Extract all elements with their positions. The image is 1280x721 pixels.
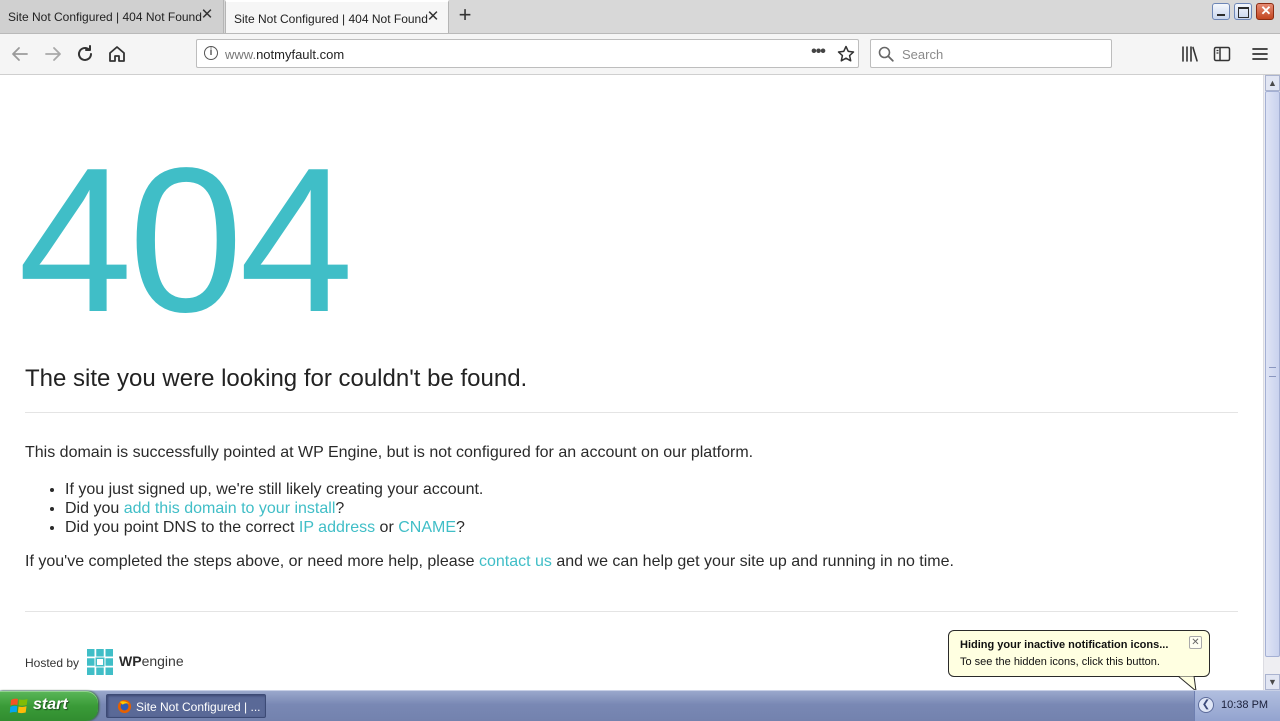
bookmark-button[interactable] xyxy=(836,44,856,64)
arrow-left-icon xyxy=(12,47,28,61)
sidebar-toggle-button[interactable] xyxy=(1212,44,1232,64)
divider xyxy=(25,412,1238,413)
wp-engine-logo-icon[interactable] xyxy=(87,649,113,675)
wordmark-engine: engine xyxy=(141,653,184,669)
outro-text: If you've completed the steps above, or … xyxy=(25,553,479,570)
hosted-by-label: Hosted by xyxy=(25,656,80,670)
scroll-up-arrow-icon[interactable]: ▲ xyxy=(1265,75,1280,91)
close-icon: ✕ xyxy=(1260,3,1272,18)
help-bullet-list: If you just signed up, we're still likel… xyxy=(25,480,483,537)
intro-paragraph: This domain is successfully pointed at W… xyxy=(25,444,754,461)
clock[interactable]: 10:38 PM xyxy=(1221,699,1268,711)
system-tray: ❮ 10:38 PM xyxy=(1194,691,1280,721)
wordmark-wp: WP xyxy=(119,653,142,669)
balloon-title: Hiding your inactive notification icons.… xyxy=(960,639,1169,651)
start-label: start xyxy=(33,696,68,713)
add-domain-link[interactable]: add this domain to your install xyxy=(124,500,336,517)
url-domain: notmyfault.com xyxy=(256,47,345,62)
back-button[interactable] xyxy=(8,42,32,66)
contact-us-link[interactable]: contact us xyxy=(479,553,552,570)
bullet-text: If you just signed up, we're still likel… xyxy=(65,481,484,498)
scroll-down-arrow-icon[interactable]: ▼ xyxy=(1265,674,1280,690)
tab-strip: Site Not Configured | 404 Not Found ✕ Si… xyxy=(0,0,1280,34)
restore-icon xyxy=(1238,7,1249,18)
bullet-text: Did you point DNS to the correct xyxy=(65,519,299,536)
arrow-right-icon xyxy=(45,47,61,61)
tab-title: Site Not Configured | 404 Not Found xyxy=(234,12,428,26)
url-text[interactable]: www.notmyfault.com xyxy=(225,47,344,62)
tab-site-not-configured-2[interactable]: Site Not Configured | 404 Not Found ✕ xyxy=(225,0,449,33)
list-item: If you just signed up, we're still likel… xyxy=(65,480,483,499)
taskbar-item-firefox[interactable]: Site Not Configured | ... xyxy=(106,694,266,718)
minimize-window-button[interactable] xyxy=(1212,3,1230,20)
reload-icon xyxy=(78,45,92,61)
notification-balloon[interactable]: Hiding your inactive notification icons.… xyxy=(948,630,1210,677)
new-tab-plus-icon[interactable]: + xyxy=(455,4,475,26)
tab-title: Site Not Configured | 404 Not Found xyxy=(8,10,202,24)
ip-address-link[interactable]: IP address xyxy=(299,519,375,536)
star-icon xyxy=(837,45,855,62)
library-icon xyxy=(1182,46,1198,62)
site-info-icon[interactable]: i xyxy=(204,46,218,60)
close-tab-icon[interactable]: ✕ xyxy=(200,7,214,22)
search-icon xyxy=(878,46,894,62)
forward-button[interactable] xyxy=(41,42,65,66)
balloon-text: To see the hidden icons, click this butt… xyxy=(960,656,1160,668)
hamburger-icon xyxy=(1252,48,1268,60)
open-menu-button[interactable] xyxy=(1250,44,1270,64)
page-actions-ellipsis-icon[interactable]: ••• xyxy=(807,44,829,64)
page-headline: The site you were looking for couldn't b… xyxy=(25,365,528,392)
search-input[interactable] xyxy=(902,46,1102,62)
restore-window-button[interactable] xyxy=(1234,3,1252,20)
windows-logo-icon xyxy=(9,698,28,714)
bullet-text: ? xyxy=(335,500,345,517)
library-button[interactable] xyxy=(1180,44,1200,64)
url-bar[interactable]: i www.notmyfault.com ••• xyxy=(196,39,859,68)
list-item: Did you add this domain to your install? xyxy=(65,499,483,518)
minimize-icon xyxy=(1217,14,1225,16)
scrollbar-thumb[interactable] xyxy=(1265,91,1280,657)
outro-paragraph: If you've completed the steps above, or … xyxy=(25,553,954,571)
start-button[interactable]: start xyxy=(0,691,98,721)
url-prefix: www. xyxy=(225,47,257,62)
balloon-close-icon[interactable]: ✕ xyxy=(1189,636,1202,649)
sidebar-icon xyxy=(1213,46,1231,62)
vertical-scrollbar[interactable]: ▲ ▼ xyxy=(1263,75,1280,690)
search-bar[interactable] xyxy=(870,39,1112,68)
home-icon xyxy=(109,46,125,62)
outro-text: and we can help get your site up and run… xyxy=(551,553,954,570)
cname-link[interactable]: CNAME xyxy=(398,519,456,536)
taskbar: start Site Not Configured | ... ❮ 10:38 … xyxy=(0,690,1280,721)
tab-site-not-configured-1[interactable]: Site Not Configured | 404 Not Found ✕ xyxy=(0,0,224,33)
navigation-toolbar: i www.notmyfault.com ••• xyxy=(0,34,1280,75)
scroll-grip xyxy=(1269,367,1276,377)
home-button[interactable] xyxy=(105,42,129,66)
close-window-button[interactable]: ✕ xyxy=(1256,3,1274,20)
taskbar-item-label: Site Not Configured | ... xyxy=(136,700,261,714)
close-tab-icon[interactable]: ✕ xyxy=(426,9,440,24)
bullet-text: Did you xyxy=(65,500,124,517)
error-code: 404 xyxy=(18,125,354,355)
bullet-text: or xyxy=(375,519,399,536)
bullet-text: ? xyxy=(456,519,465,536)
divider xyxy=(25,611,1238,612)
page-content: 404 The site you were looking for couldn… xyxy=(0,75,1263,690)
wp-engine-wordmark[interactable]: WPengine xyxy=(119,653,184,669)
firefox-icon xyxy=(117,699,132,714)
show-hidden-icons-chevron-icon[interactable]: ❮ xyxy=(1198,697,1214,713)
list-item: Did you point DNS to the correct IP addr… xyxy=(65,518,483,537)
reload-button[interactable] xyxy=(73,42,97,66)
